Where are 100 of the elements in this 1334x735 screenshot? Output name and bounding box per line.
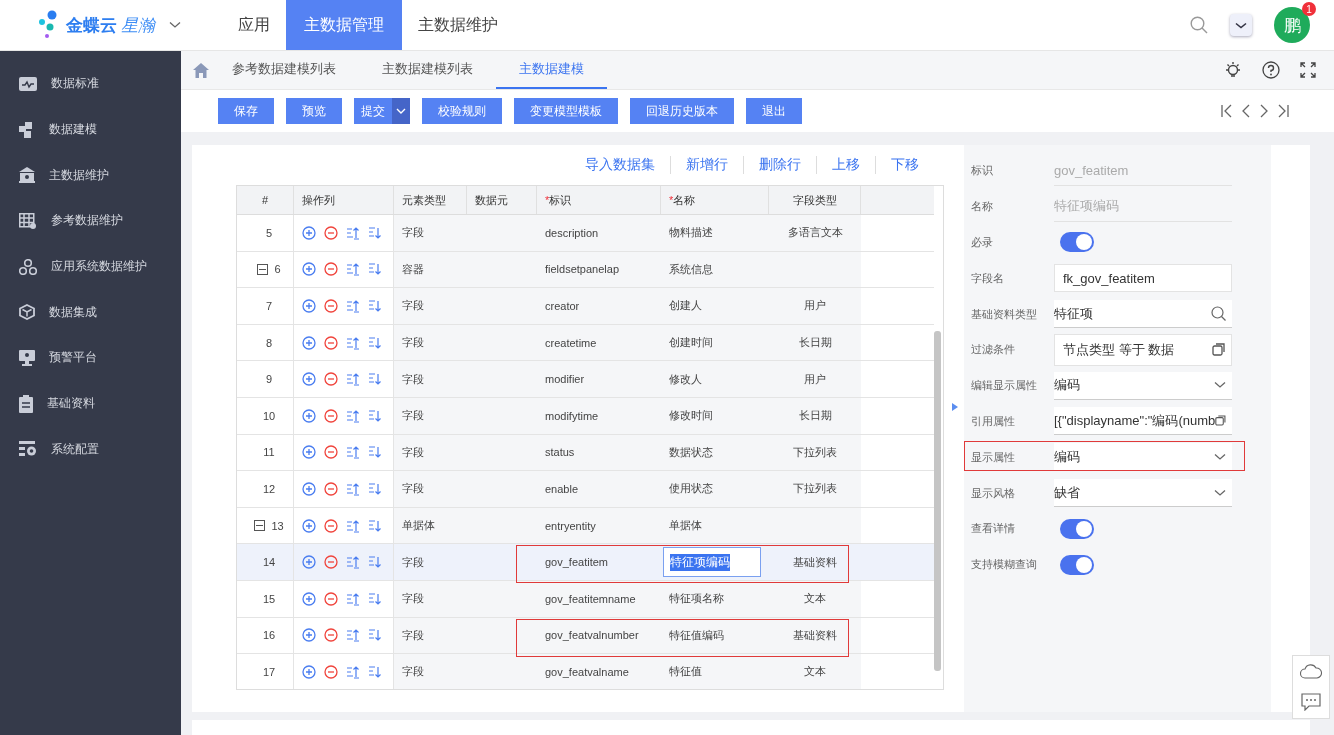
toggle-switch[interactable] [1060, 554, 1094, 575]
toggle-switch[interactable] [1060, 518, 1094, 539]
move-up-icon [346, 628, 360, 643]
move-down-icon [368, 555, 382, 570]
table-row[interactable]: 12 字段 enable 使用状态 下拉列表 [237, 471, 934, 508]
table-cell: 特征值 [669, 664, 702, 680]
collapse-icon[interactable] [254, 520, 266, 532]
table-action-link[interactable]: 上移 [816, 156, 875, 174]
table-action-link[interactable]: 导入数据集 [570, 156, 670, 174]
collapse-arrow-icon [952, 403, 958, 411]
table-row[interactable]: 9 字段 modifier 修改人 用户 [237, 361, 934, 398]
nav-tab[interactable]: 应用 [222, 0, 286, 50]
add-icon [302, 408, 316, 423]
table-cell: 数据状态 [669, 444, 713, 460]
property-value: 特征项编码 [1054, 197, 1119, 216]
message-button[interactable] [1230, 14, 1252, 36]
table-row[interactable]: 14 字段 gov_featitem 特征项编码 基础资料 [237, 544, 934, 581]
sidebar-item[interactable]: 基础资料 [47, 395, 95, 413]
copy-icon [1215, 414, 1226, 428]
add-icon [302, 372, 316, 387]
chevron-down-icon [1214, 381, 1226, 390]
blocks-icon [19, 121, 35, 138]
table-row[interactable]: 16 字段 gov_featvalnumber 特征值编码 基础资料 [237, 617, 934, 655]
page-tab[interactable]: 参考数据建模列表 [209, 51, 359, 89]
sidebar-item[interactable]: 数据集成 [49, 303, 97, 321]
filter-field[interactable]: 节点类型 等于 数据 [1054, 333, 1232, 366]
select-field[interactable]: 编码 [1054, 443, 1232, 472]
table-cell: 系统信息 [669, 261, 713, 277]
dropdown-button[interactable] [392, 98, 410, 124]
table-cell: creator [545, 300, 580, 312]
table-row[interactable]: 17 字段 gov_featvalname 特征值 文本 [237, 654, 934, 689]
table-cell: 基础资料 [793, 554, 837, 570]
table-cell: 长日期 [798, 408, 832, 424]
row-number: 10 [262, 409, 276, 422]
table-action-link[interactable]: 新增行 [670, 156, 743, 174]
sidebar-item[interactable]: 预警平台 [49, 349, 97, 367]
toolbar-button[interactable]: 校验规则 [422, 98, 502, 124]
table-row[interactable]: 13 单据体 entryentity 单据体 [237, 507, 934, 545]
scrollbar[interactable] [934, 331, 941, 671]
toolbar-button[interactable]: 提交 [354, 98, 392, 124]
table-cell: enable [545, 482, 579, 495]
move-down-icon [368, 299, 382, 313]
toolbar-button[interactable]: 退出 [746, 98, 802, 124]
table-row[interactable]: 15 字段 gov_featitemname 特征项名称 文本 [237, 580, 934, 618]
toolbar-button[interactable]: 预览 [286, 98, 342, 124]
add-icon [302, 555, 316, 570]
table-cell: 修改时间 [669, 408, 713, 424]
config-icon [19, 441, 37, 458]
move-down-icon [368, 372, 382, 387]
sidebar-item[interactable]: 主数据维护 [49, 166, 109, 184]
sidebar-item[interactable]: 应用系统数据维护 [51, 258, 147, 276]
row-number: 7 [265, 300, 273, 312]
table-action-link[interactable]: 删除行 [743, 156, 816, 174]
sidebar-item[interactable]: 数据标准 [51, 75, 99, 93]
chevron-down-icon [1214, 452, 1226, 461]
table-row[interactable]: 10 字段 modifytime 修改时间 长日期 [237, 397, 934, 435]
toolbar-button[interactable]: 保存 [218, 98, 274, 124]
name-input[interactable]: 特征项编码 [663, 547, 761, 578]
column-header: 操作列 [294, 186, 394, 214]
move-down-icon [368, 225, 382, 240]
sidebar-item[interactable]: 数据建模 [49, 121, 97, 139]
home-icon [193, 62, 209, 78]
toolbar-button[interactable]: 回退历史版本 [630, 98, 734, 124]
notification-badge: 1 [1302, 2, 1316, 16]
table-row[interactable]: 8 字段 createtime 创建时间 长日期 [237, 324, 934, 362]
table-cell: 多语言文本 [787, 225, 843, 241]
page-tab[interactable]: 主数据建模列表 [359, 51, 496, 89]
property-label: 字段名 [971, 270, 1005, 286]
move-down-icon [368, 262, 382, 277]
column-header: 数据元 [467, 186, 537, 214]
table-row[interactable]: 5 字段 description 物料描述 多语言文本 [237, 215, 934, 252]
cloud-icon [1300, 663, 1322, 679]
add-icon [302, 262, 316, 277]
remove-icon [324, 591, 338, 606]
table-row[interactable]: 6 容器 fieldsetpanelap 系统信息 [237, 251, 934, 289]
table-cell: 物料描述 [669, 225, 713, 241]
collapse-icon[interactable] [257, 263, 269, 275]
select-field[interactable]: 编码 [1054, 371, 1232, 400]
sidebar-item[interactable]: 系统配置 [51, 440, 99, 458]
table-row[interactable]: 7 字段 creator 创建人 用户 [237, 288, 934, 325]
table-row[interactable]: 11 字段 status 数据状态 下拉列表 [237, 434, 934, 472]
row-number: 14 [262, 556, 276, 569]
column-header: 字段类型 [769, 186, 861, 214]
select-field[interactable]: 缺省 [1054, 479, 1232, 508]
sidebar-item[interactable]: 参考数据维护 [51, 212, 123, 230]
nav-tab[interactable]: 主数据管理 [286, 0, 402, 50]
lookup-field[interactable]: 特征项 [1054, 300, 1232, 329]
table-cell: createtime [545, 336, 597, 349]
text-field[interactable]: [{"displayname":"编码(numb [1054, 407, 1232, 436]
text-field[interactable]: fk_gov_featitem [1054, 264, 1232, 293]
toolbar-button[interactable]: 变更模型模板 [514, 98, 618, 124]
table-cell: 文本 [804, 664, 826, 680]
nav-tab[interactable]: 主数据维护 [402, 0, 514, 50]
table-cell: 字段 [402, 664, 424, 680]
table-cell: 特征值编码 [669, 627, 724, 643]
bulb-icon [1224, 61, 1242, 79]
move-up-icon [346, 555, 360, 570]
toggle-switch[interactable] [1060, 232, 1094, 253]
chart-icon [19, 76, 37, 91]
table-action-link[interactable]: 下移 [875, 156, 934, 174]
